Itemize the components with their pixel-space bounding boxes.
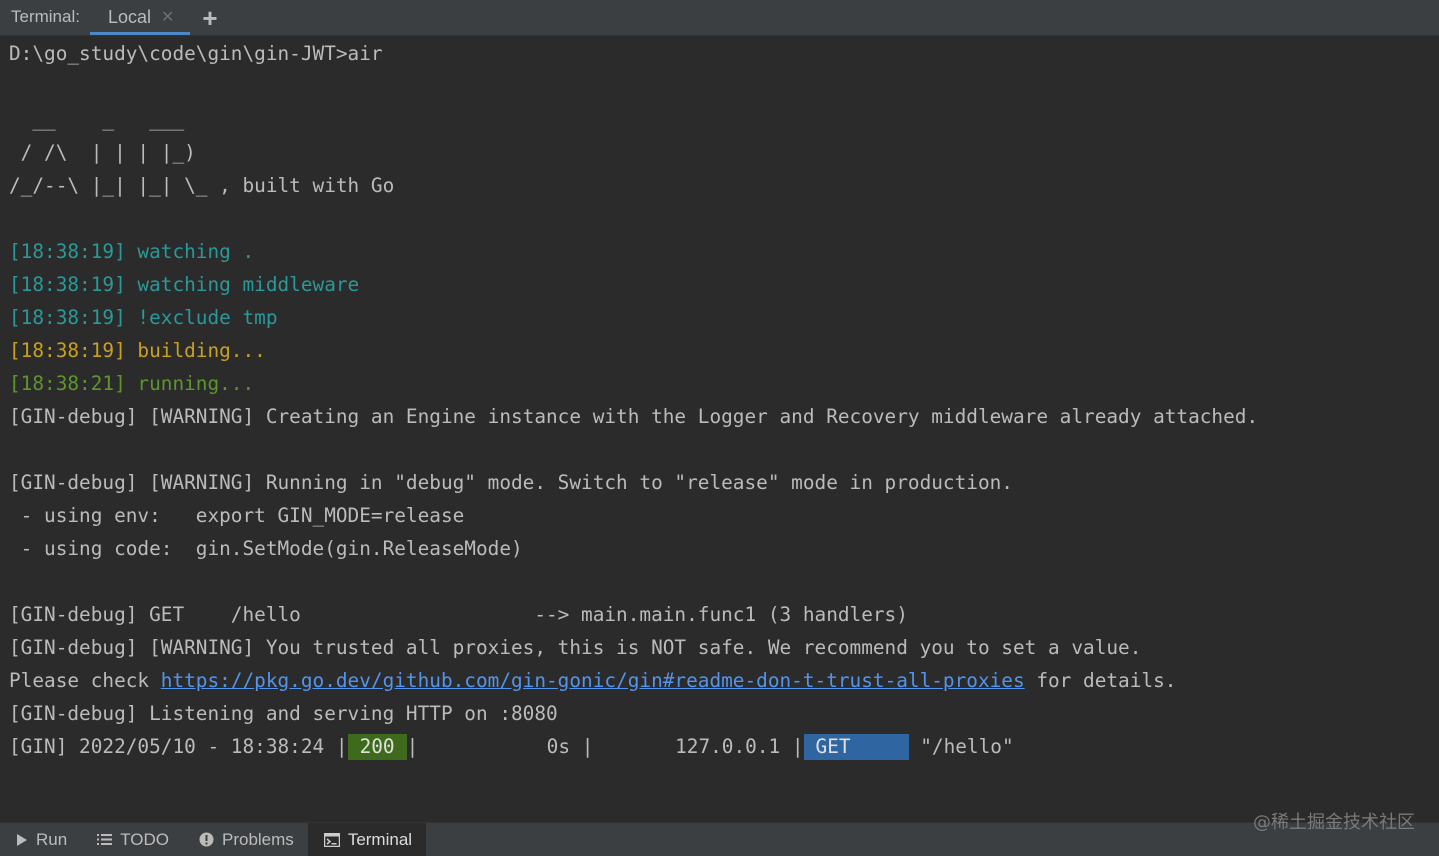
tool-problems-label: Problems xyxy=(222,829,294,849)
please-check-suffix: for details. xyxy=(1024,669,1177,692)
terminal-line: [18:38:21] running... xyxy=(9,372,255,395)
tool-problems[interactable]: Problems xyxy=(183,823,308,856)
terminal-icon xyxy=(323,832,340,847)
proxies-doc-link[interactable]: https://pkg.go.dev/github.com/gin-gonic/… xyxy=(161,669,1025,692)
terminal-line: D:\go_study\code\gin\gin-JWT>air xyxy=(9,42,383,65)
tool-run[interactable]: Run xyxy=(0,823,81,856)
method-badge: GET xyxy=(803,734,909,760)
terminal-line: - using env: export GIN_MODE=release xyxy=(9,504,465,527)
request-log-line: [GIN] 2022/05/10 - 18:38:24 | 200 | 0s | 1… xyxy=(9,730,1014,763)
terminal-line: [18:38:19] watching middleware xyxy=(9,273,360,296)
terminal-line: [GIN-debug] [WARNING] You trusted all pr… xyxy=(9,636,1142,659)
request-log-prefix: [GIN] 2022/05/10 - 18:38:24 | xyxy=(9,735,348,758)
terminal-line: [18:38:19] watching . xyxy=(9,240,255,263)
tool-window-strip: Run TODO Problems Terminal xyxy=(0,822,1439,856)
terminal-line: / /\ | | | |_) xyxy=(9,141,196,164)
tab-local[interactable]: Local ✕ xyxy=(89,0,191,35)
terminal-line: __ _ ___ xyxy=(9,108,185,131)
terminal-label: Terminal: xyxy=(11,7,80,26)
terminal-tabbar: Terminal: Local ✕ + xyxy=(0,0,1439,36)
tab-local-label: Local xyxy=(107,7,151,27)
close-icon[interactable]: ✕ xyxy=(161,9,174,26)
list-icon xyxy=(97,833,113,846)
please-check-prefix: Please check xyxy=(9,669,161,692)
request-log-middle: | 0s | 127.0.0.1 | xyxy=(406,735,804,758)
tool-terminal-label: Terminal xyxy=(347,829,413,849)
add-tab-button[interactable]: + xyxy=(190,0,229,35)
tool-terminal[interactable]: Terminal xyxy=(307,823,427,856)
terminal-line: - using code: gin.SetMode(gin.ReleaseMod… xyxy=(9,537,523,560)
terminal-line: [18:38:19] !exclude tmp xyxy=(9,306,278,329)
request-path: "/hello" xyxy=(908,735,1014,758)
tool-todo[interactable]: TODO xyxy=(81,823,183,856)
play-icon xyxy=(16,833,28,847)
tool-run-label: Run xyxy=(36,829,68,849)
watermark: @稀土掘金技术社区 xyxy=(1253,812,1415,833)
status-badge: 200 xyxy=(347,734,407,760)
terminal-line: [GIN-debug] [WARNING] Running in "debug"… xyxy=(9,471,1013,494)
terminal-line: [GIN-debug] Listening and serving HTTP o… xyxy=(9,702,558,725)
terminal-line: /_/--\ |_| |_| \_ , built with Go xyxy=(9,174,395,197)
tool-todo-label: TODO xyxy=(120,829,169,849)
terminal-line: [GIN-debug] [WARNING] Creating an Engine… xyxy=(9,405,1259,428)
terminal-line: [18:38:19] building... xyxy=(9,339,266,362)
info-circle-icon xyxy=(199,832,214,847)
terminal-output[interactable]: D:\go_study\code\gin\gin-JWT>air __ _ __… xyxy=(0,36,1439,822)
terminal-line: [GIN-debug] GET /hello --> main.main.fun… xyxy=(9,603,908,626)
terminal-line-please-check: Please check https://pkg.go.dev/github.c… xyxy=(9,664,1176,697)
